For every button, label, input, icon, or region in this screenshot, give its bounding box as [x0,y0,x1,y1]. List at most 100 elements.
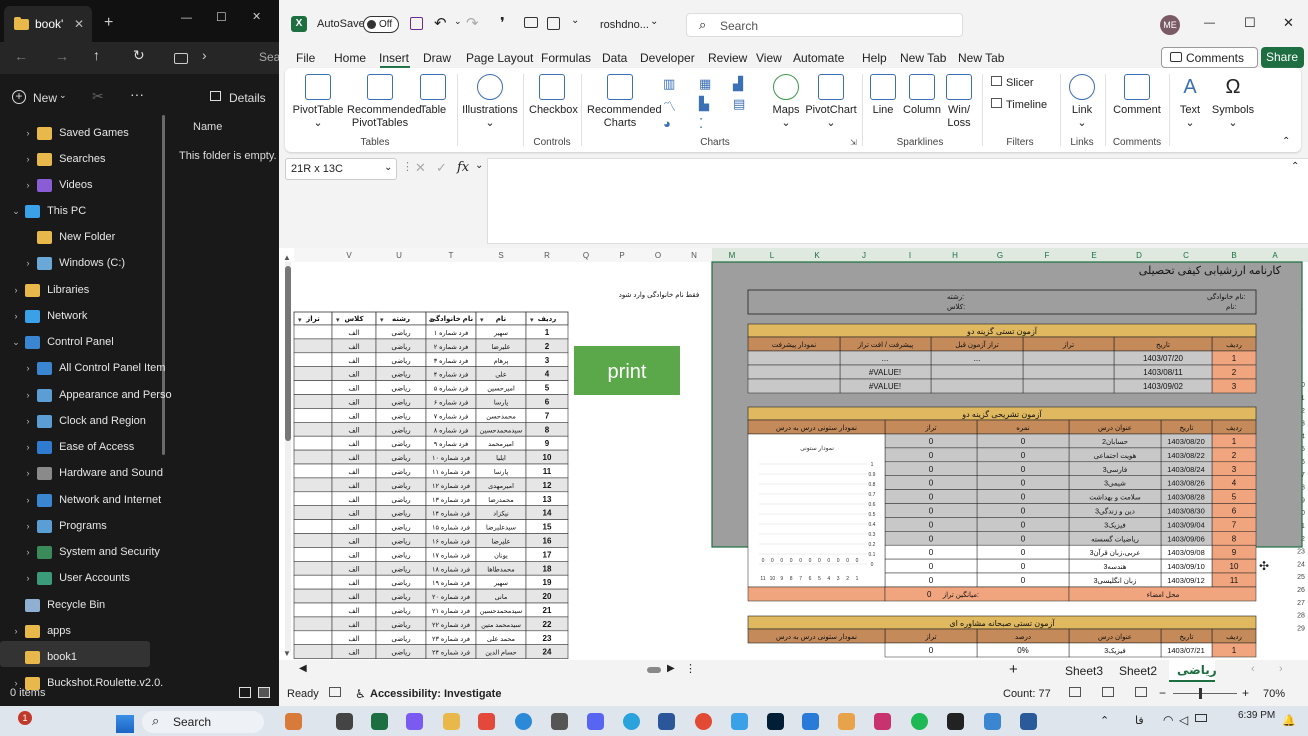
minimize-icon[interactable]: — [1204,17,1215,29]
menu-automate[interactable]: Automate [793,51,844,65]
chevron-icon[interactable]: › [22,180,34,190]
chevron-icon[interactable]: › [10,311,22,321]
tree-item[interactable]: › Network [10,303,87,329]
customize-icon[interactable]: ⌄ [571,15,579,26]
scroll-left-icon[interactable]: ◀ [299,663,307,674]
sparkline-column-button[interactable]: Column [902,74,942,117]
search-box[interactable]: Sea [259,50,279,64]
chevron-icon[interactable]: › [22,363,34,373]
chevron-icon[interactable]: › [22,416,34,426]
zoom-in-icon[interactable]: + [1242,686,1249,700]
comment-icon[interactable] [524,17,538,28]
formula-input[interactable] [487,158,1308,244]
vscode-icon[interactable] [802,713,819,730]
macro-icon[interactable] [329,687,341,697]
app-icon-blue[interactable] [984,713,1001,730]
menu-data[interactable]: Data [602,51,627,65]
close-icon[interactable]: ✕ [1283,15,1294,31]
back-icon[interactable]: ← [14,48,28,64]
menu-insert[interactable]: Insert [379,51,409,65]
app-icon-dark[interactable] [947,713,964,730]
link-button[interactable]: Link ⌄ [1065,74,1099,130]
table-button[interactable]: Table [417,74,449,117]
clock[interactable]: 6:39 PM [1238,710,1275,721]
name-box[interactable]: 21R x 13C ⌄ [285,158,397,180]
formula-more-icon[interactable]: ⋮ [402,160,413,173]
tree-item[interactable]: › apps [10,618,71,644]
chrome-icon[interactable] [695,713,712,730]
tree-item[interactable]: › Programs [22,513,107,539]
tree-item[interactable]: › User Accounts [22,565,130,591]
battery-icon[interactable] [1195,714,1207,722]
pie-chart-icon[interactable]: ◕ [663,116,671,131]
horizontal-scrollbar-thumb[interactable] [647,667,661,673]
copilot-icon[interactable] [406,713,423,730]
timeline-button[interactable]: Timeline [991,98,1047,111]
maps-button[interactable]: Maps ⌄ [771,74,801,130]
notification-badge[interactable]: 1 [18,711,32,725]
chevron-icon[interactable]: › [22,258,34,268]
tiles-view-icon[interactable] [258,687,270,698]
add-sheet-icon[interactable]: + [1009,661,1018,678]
spreadsheet-grid[interactable]: ▲▼VUTSRQPONMLKJIHGFEDCBA1234567891011121… [279,248,1308,660]
sparkline-winloss-button[interactable]: Win/Loss [945,74,973,130]
comments-button[interactable]: Comments [1161,47,1258,68]
menu-help[interactable]: Help [862,51,887,65]
tree-item[interactable]: › Network and Internet [22,487,161,513]
excel-taskbar-icon[interactable] [371,713,388,730]
page-layout-icon[interactable] [1102,687,1114,697]
chevron-icon[interactable]: › [22,468,34,478]
app-icon[interactable] [285,713,302,730]
cut-icon[interactable]: ✂ [92,88,104,105]
statistic-chart-icon[interactable]: ▙ [699,96,709,112]
chevron-icon[interactable]: › [22,154,34,164]
menu-draw[interactable]: Draw [423,51,451,65]
redo-icon[interactable]: ↷ [466,14,479,32]
zoom-out-icon[interactable]: − [1159,686,1166,700]
tree-item[interactable]: › Saved Games [22,120,129,146]
tree-item[interactable]: ⌄ This PC [10,198,86,224]
up-icon[interactable]: ↑ [93,47,100,63]
tree-item[interactable]: › Videos [22,172,93,198]
menu-developer[interactable]: Developer [640,51,695,65]
file-name[interactable]: roshdno... [600,19,649,31]
show-hidden-icons-icon[interactable]: ⌃ [1100,714,1109,727]
chevron-right-icon[interactable]: › [202,47,207,63]
menu-home[interactable]: Home [334,51,366,65]
tree-item[interactable]: › Hardware and Sound [22,460,163,486]
tree-item[interactable]: › Libraries [10,277,89,303]
file-name-chevron-icon[interactable]: ⌄ [650,16,658,27]
sparkline-line-button[interactable]: Line [868,74,898,117]
new-tab-icon[interactable]: + [104,14,113,32]
tree-item[interactable]: New Folder [22,224,115,250]
discord-icon[interactable] [587,713,604,730]
maximize-icon[interactable]: ☐ [1244,15,1256,31]
normal-view-icon[interactable] [1069,687,1081,697]
comment-button[interactable]: Comment [1111,74,1163,117]
volume-icon[interactable]: ◁ [1179,713,1188,727]
more-icon[interactable]: ⋮ [685,662,696,675]
sheet-tab-sheet2[interactable]: Sheet2 [1119,664,1157,678]
tree-item[interactable]: › Windows (C:) [22,250,125,276]
menu-new-tab-2[interactable]: New Tab [958,51,1004,65]
search-input[interactable]: ⌕ Search [686,13,963,37]
accessibility-status[interactable]: Accessibility: Investigate [370,688,501,700]
scroll-right-icon[interactable]: ▶ [667,663,675,674]
task-view-icon[interactable] [336,713,353,730]
pivottable-button[interactable]: PivotTable ⌄ [290,74,346,130]
share-button[interactable]: Share [1261,47,1304,68]
next-sheet-icon[interactable]: › [1279,663,1283,675]
sheet-tab-sheet3[interactable]: Sheet3 [1065,664,1103,678]
undo-dropdown-icon[interactable]: ⌄ [454,16,462,27]
enter-icon[interactable]: ✓ [436,160,447,176]
tree-item[interactable]: › System and Security [22,539,160,565]
collapse-formula-icon[interactable]: ⌃ [1291,161,1299,172]
menu-review[interactable]: Review [708,51,747,65]
chevron-icon[interactable]: ⌄ [10,337,22,348]
waterfall-chart-icon[interactable]: ▟ [733,76,743,92]
chevron-icon[interactable]: › [22,547,34,557]
wifi-icon[interactable]: ◠ [1163,713,1173,727]
explorer-tab[interactable]: book' ✕ [4,6,92,42]
insert-function-icon[interactable]: fx [457,160,469,175]
tree-item[interactable]: › Clock and Region [22,408,146,434]
